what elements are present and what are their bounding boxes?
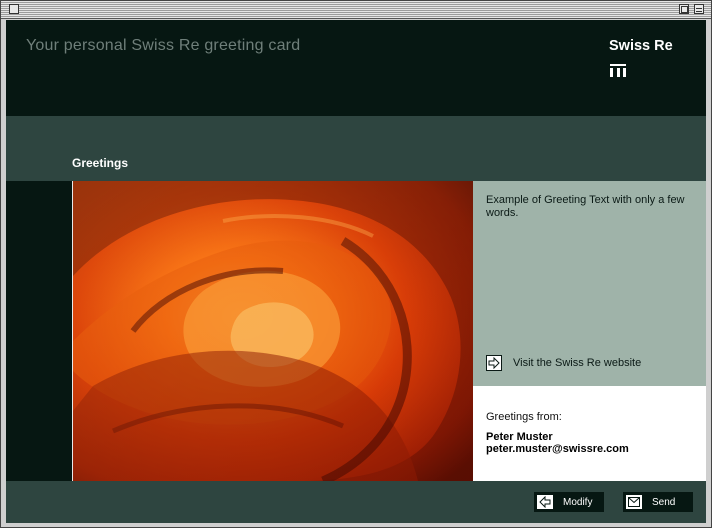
rose-photo	[72, 181, 474, 481]
browser-window: Your personal Swiss Re greeting card Swi…	[0, 0, 712, 528]
modify-label: Modify	[563, 496, 593, 508]
greeting-text: Example of Greeting Text with only a few…	[486, 194, 685, 219]
sender-heading: Greetings from:	[486, 411, 562, 423]
visit-website-link[interactable]: Visit the Swiss Re website	[486, 353, 641, 373]
close-box-icon[interactable]	[9, 4, 19, 14]
sender-email: peter.muster@swissre.com	[486, 443, 629, 455]
swiss-re-logo-icon	[610, 64, 626, 77]
send-label: Send	[652, 496, 676, 508]
section-title: Greetings	[72, 156, 129, 170]
header: Your personal Swiss Re greeting card Swi…	[6, 20, 706, 116]
left-strip	[6, 181, 72, 481]
arrow-left-icon	[537, 495, 553, 509]
envelope-icon	[626, 495, 642, 509]
logo-text: Swiss Re	[609, 38, 673, 54]
greeting-panel: Example of Greeting Text with only a few…	[473, 181, 706, 386]
arrow-right-icon[interactable]	[486, 355, 502, 371]
sender-name: Peter Muster	[486, 431, 553, 443]
zoom-box-icon[interactable]	[679, 4, 689, 14]
page-title: Your personal Swiss Re greeting card	[26, 37, 301, 54]
window-titlebar[interactable]	[1, 1, 711, 19]
send-button[interactable]: Send	[623, 492, 693, 512]
visit-website-label[interactable]: Visit the Swiss Re website	[513, 357, 641, 369]
collapse-box-icon[interactable]	[694, 4, 704, 14]
greeting-card: Your personal Swiss Re greeting card Swi…	[6, 20, 706, 523]
sender-panel: Greetings from: Peter Muster peter.muste…	[473, 386, 706, 481]
modify-button[interactable]: Modify	[534, 492, 604, 512]
